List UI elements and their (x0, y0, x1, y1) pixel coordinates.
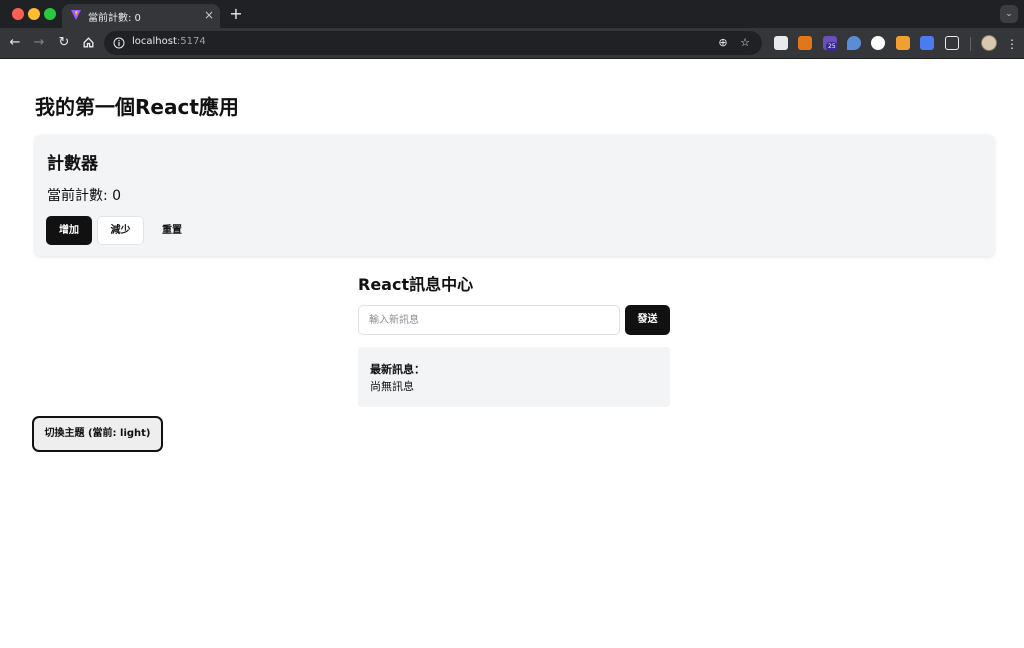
profile-avatar[interactable] (981, 35, 997, 51)
extension-badge: 25 (826, 42, 838, 51)
reset-button[interactable]: 重置 (149, 216, 195, 245)
tab-search-icon[interactable]: ⌄ (1000, 5, 1018, 23)
vite-favicon-icon (71, 10, 81, 20)
tab-close-icon[interactable]: × (204, 7, 214, 23)
current-count: 當前計數: 0 (47, 188, 122, 204)
page-title: 我的第一個React應用 (35, 95, 239, 119)
window-minimize-button[interactable] (28, 8, 40, 20)
toolbar-divider (970, 37, 971, 51)
zoom-icon[interactable]: ⊕ (716, 36, 730, 50)
latest-message-label: 最新訊息： (370, 363, 425, 376)
url-host: localhost (132, 36, 177, 47)
window-close-button[interactable] (12, 8, 24, 20)
browser-tab[interactable]: 當前計數: 0 × (62, 4, 220, 28)
latest-message-text: 尚無訊息 (370, 380, 414, 393)
page-content: 我的第一個React應用 計數器 當前計數: 0 增加 減少 重置 React訊… (0, 59, 1024, 648)
site-info-icon[interactable] (113, 37, 125, 49)
message-input[interactable] (359, 306, 619, 334)
extension-github-icon[interactable] (871, 36, 885, 50)
reload-icon[interactable]: ↻ (55, 34, 73, 52)
latest-message-box: 最新訊息： 尚無訊息 (358, 347, 670, 407)
counter-card: 計數器 當前計數: 0 增加 減少 重置 (35, 135, 994, 256)
url-port: :5174 (176, 36, 206, 47)
extension-fox-icon[interactable] (896, 36, 910, 50)
send-button[interactable]: 發送 (625, 305, 670, 335)
message-center-heading: React訊息中心 (358, 275, 474, 294)
browser-toolbar: ← → ↻ localhost:5174 ⊕ ☆ (0, 28, 1024, 59)
browser-menu-icon[interactable]: ⋮ (1006, 36, 1018, 52)
extension-translate-icon[interactable] (920, 36, 934, 50)
address-bar[interactable]: localhost:5174 ⊕ ☆ (104, 31, 762, 55)
home-icon[interactable] (79, 34, 97, 52)
extension-metamask-icon[interactable] (798, 36, 812, 50)
forward-icon[interactable]: → (30, 34, 48, 52)
counter-heading: 計數器 (47, 154, 98, 174)
window-zoom-button[interactable] (44, 8, 56, 20)
extension-reader-icon[interactable] (774, 36, 788, 50)
toggle-theme-button[interactable]: 切換主題 (當前: light) (32, 416, 163, 452)
browser-tab-strip: 當前計數: 0 × + ⌄ (0, 0, 1024, 28)
increment-button[interactable]: 增加 (46, 216, 92, 245)
extension-drop-icon[interactable] (847, 36, 861, 50)
message-input-wrapper (358, 305, 620, 335)
url-text[interactable]: localhost:5174 (132, 36, 206, 47)
tab-title: 當前計數: 0 (88, 13, 141, 24)
new-tab-button[interactable]: + (228, 4, 244, 24)
extensions-puzzle-icon[interactable] (945, 36, 959, 50)
bookmark-star-icon[interactable]: ☆ (738, 36, 752, 50)
back-icon[interactable]: ← (6, 34, 24, 52)
decrement-button[interactable]: 減少 (97, 216, 144, 245)
